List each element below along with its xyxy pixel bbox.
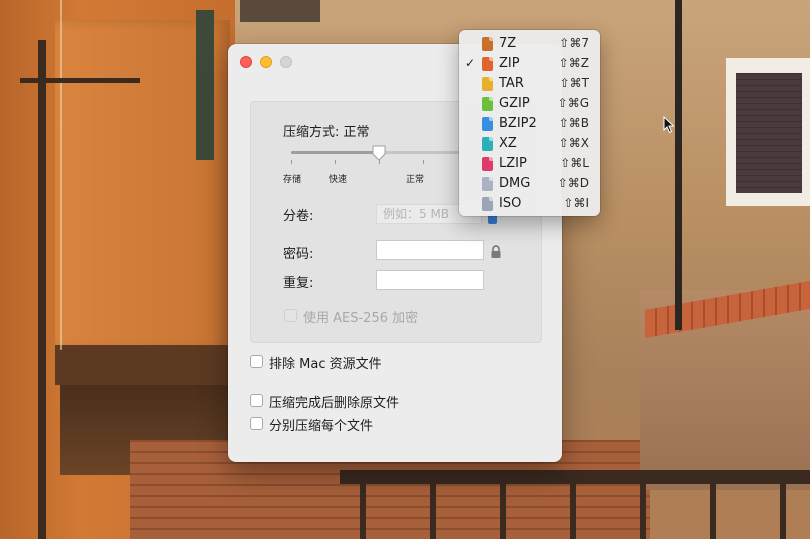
background-pole bbox=[675, 0, 682, 330]
railing-bar bbox=[500, 484, 506, 539]
file-archive-icon bbox=[482, 137, 493, 151]
background-drainpipe bbox=[38, 40, 46, 539]
menu-item-shortcut: ⇧⌘L bbox=[560, 156, 589, 170]
slider-stop-store: 存储 bbox=[283, 175, 302, 185]
background-bracket bbox=[20, 78, 140, 83]
compression-level-label: 压缩方式: 正常 bbox=[283, 125, 370, 140]
minimize-button[interactable] bbox=[260, 56, 272, 68]
railing-bar bbox=[780, 484, 786, 539]
menu-item-shortcut: ⇧⌘D bbox=[557, 176, 589, 190]
compress-separately-checkbox[interactable] bbox=[250, 417, 263, 430]
menu-item-iso[interactable]: ISO ⇧⌘I bbox=[459, 194, 600, 214]
close-button[interactable] bbox=[240, 56, 252, 68]
menu-item-tar[interactable]: TAR ⇧⌘T bbox=[459, 74, 600, 94]
exclude-mac-resources-label: 排除 Mac 资源文件 bbox=[269, 357, 382, 372]
railing-bar bbox=[570, 484, 576, 539]
slider-tick bbox=[335, 160, 336, 164]
menu-item-label: 7Z bbox=[499, 36, 517, 51]
menu-item-label: ZIP bbox=[499, 56, 520, 71]
menu-item-shortcut: ⇧⌘X bbox=[558, 136, 589, 150]
menu-item-shortcut: ⇧⌘B bbox=[558, 116, 589, 130]
menu-item-gzip[interactable]: GZIP ⇧⌘G bbox=[459, 94, 600, 114]
slider-tick bbox=[423, 160, 424, 164]
checkmark-icon: ✓ bbox=[465, 56, 476, 70]
railing-bar bbox=[430, 484, 436, 539]
background-balcony bbox=[55, 345, 230, 385]
password-field[interactable] bbox=[376, 240, 484, 260]
compress-separately-label: 分别压缩每个文件 bbox=[269, 419, 374, 434]
aes-encryption-checkbox[interactable] bbox=[284, 309, 297, 322]
menu-item-label: DMG bbox=[499, 176, 531, 191]
disk-image-icon bbox=[482, 197, 493, 211]
file-archive-icon bbox=[482, 117, 493, 131]
railing-bar bbox=[360, 484, 366, 539]
slider-stop-normal: 正常 bbox=[406, 175, 425, 185]
menu-item-label: GZIP bbox=[499, 96, 530, 111]
menu-item-7z[interactable]: 7Z ⇧⌘7 bbox=[459, 34, 600, 54]
menu-item-shortcut: ⇧⌘G bbox=[557, 96, 589, 110]
mouse-pointer-icon bbox=[663, 115, 675, 134]
repeat-password-label: 重复: bbox=[283, 276, 314, 291]
file-archive-icon bbox=[482, 37, 493, 51]
aes-encryption-label: 使用 AES-256 加密 bbox=[303, 311, 419, 326]
menu-item-label: XZ bbox=[499, 136, 517, 151]
menu-item-zip[interactable]: ✓ ZIP ⇧⌘Z bbox=[459, 54, 600, 74]
railing-bar bbox=[710, 484, 716, 539]
menu-item-shortcut: ⇧⌘7 bbox=[559, 36, 589, 50]
menu-item-bzip2[interactable]: BZIP2 ⇧⌘B bbox=[459, 114, 600, 134]
background-rope bbox=[60, 0, 62, 350]
menu-item-dmg[interactable]: DMG ⇧⌘D bbox=[459, 174, 600, 194]
repeat-password-field[interactable] bbox=[376, 270, 484, 290]
format-dropdown-menu: 7Z ⇧⌘7 ✓ ZIP ⇧⌘Z TAR ⇧⌘T GZIP ⇧⌘G BZIP2 … bbox=[459, 30, 600, 216]
background-shutter-left bbox=[196, 10, 214, 160]
split-volume-label: 分卷: bbox=[283, 209, 314, 224]
file-archive-icon bbox=[482, 157, 493, 171]
lock-icon[interactable] bbox=[490, 244, 502, 258]
password-label: 密码: bbox=[283, 247, 314, 262]
menu-item-lzip[interactable]: LZIP ⇧⌘L bbox=[459, 154, 600, 174]
menu-item-shortcut: ⇧⌘Z bbox=[558, 56, 589, 70]
menu-item-label: TAR bbox=[499, 76, 524, 91]
railing-top bbox=[340, 470, 810, 484]
exclude-mac-resources-checkbox[interactable] bbox=[250, 355, 263, 368]
menu-item-label: LZIP bbox=[499, 156, 527, 171]
menu-item-label: BZIP2 bbox=[499, 116, 537, 131]
zoom-button bbox=[280, 56, 292, 68]
compression-slider-knob[interactable] bbox=[372, 145, 386, 161]
file-archive-icon bbox=[482, 97, 493, 111]
railing-bar bbox=[640, 484, 646, 539]
menu-item-label: ISO bbox=[499, 196, 522, 211]
disk-image-icon bbox=[482, 177, 493, 191]
delete-after-compress-checkbox[interactable] bbox=[250, 394, 263, 407]
slider-tick bbox=[291, 160, 292, 164]
background-window-shutter bbox=[736, 73, 802, 193]
menu-item-shortcut: ⇧⌘T bbox=[559, 76, 589, 90]
background-railing bbox=[340, 462, 810, 539]
file-archive-icon bbox=[482, 77, 493, 91]
file-archive-icon bbox=[482, 57, 493, 71]
background-eave bbox=[240, 0, 320, 22]
compression-slider-fill bbox=[291, 151, 379, 154]
delete-after-compress-label: 压缩完成后删除原文件 bbox=[269, 396, 400, 411]
menu-item-shortcut: ⇧⌘I bbox=[563, 196, 589, 210]
menu-item-xz[interactable]: XZ ⇧⌘X bbox=[459, 134, 600, 154]
slider-stop-fast: 快速 bbox=[329, 175, 348, 185]
